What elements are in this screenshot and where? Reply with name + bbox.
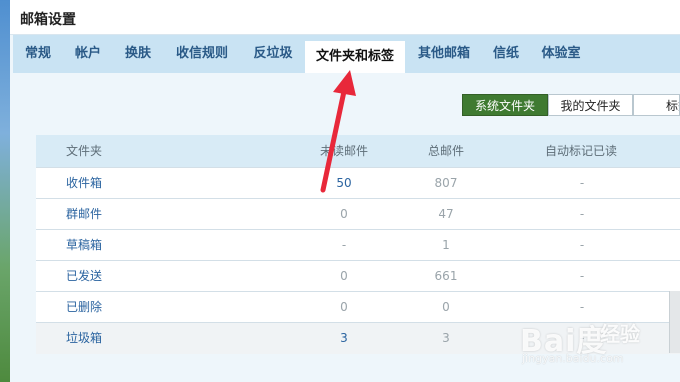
watermark-url: jingyan.baidu.com [522,352,624,365]
jingyan-watermark-text: 经验 [600,322,640,346]
